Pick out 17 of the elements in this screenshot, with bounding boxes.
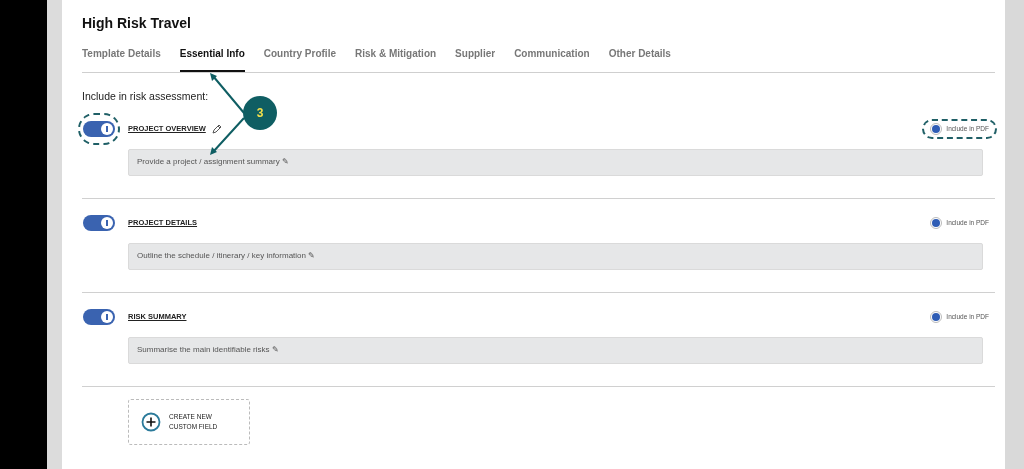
- pencil-icon[interactable]: [211, 123, 222, 134]
- toggle-switch[interactable]: [83, 308, 115, 325]
- tab[interactable]: Country Profile: [263, 46, 336, 72]
- page-title: High Risk Travel: [82, 14, 192, 32]
- tab[interactable]: Communication: [514, 46, 590, 72]
- plus-icon: [141, 411, 161, 432]
- toggle-switch[interactable]: [83, 214, 115, 231]
- text-field[interactable]: Summarise the main identifiable risks ✎: [128, 336, 983, 364]
- text-field[interactable]: Provide a project / assignment summary ✎: [128, 148, 983, 176]
- tab[interactable]: Other Details: [608, 46, 671, 72]
- tab[interactable]: Supplier: [455, 46, 496, 72]
- toggle-switch[interactable]: [83, 120, 115, 137]
- text-field[interactable]: Outline the schedule / itinerary / key information ✎: [128, 242, 983, 270]
- tab[interactable]: Essential Info: [179, 46, 245, 72]
- section-heading: Include in risk assessment:: [82, 89, 210, 104]
- tab[interactable]: Template Details: [82, 46, 161, 72]
- tab[interactable]: Risk & Mitigation: [355, 46, 437, 72]
